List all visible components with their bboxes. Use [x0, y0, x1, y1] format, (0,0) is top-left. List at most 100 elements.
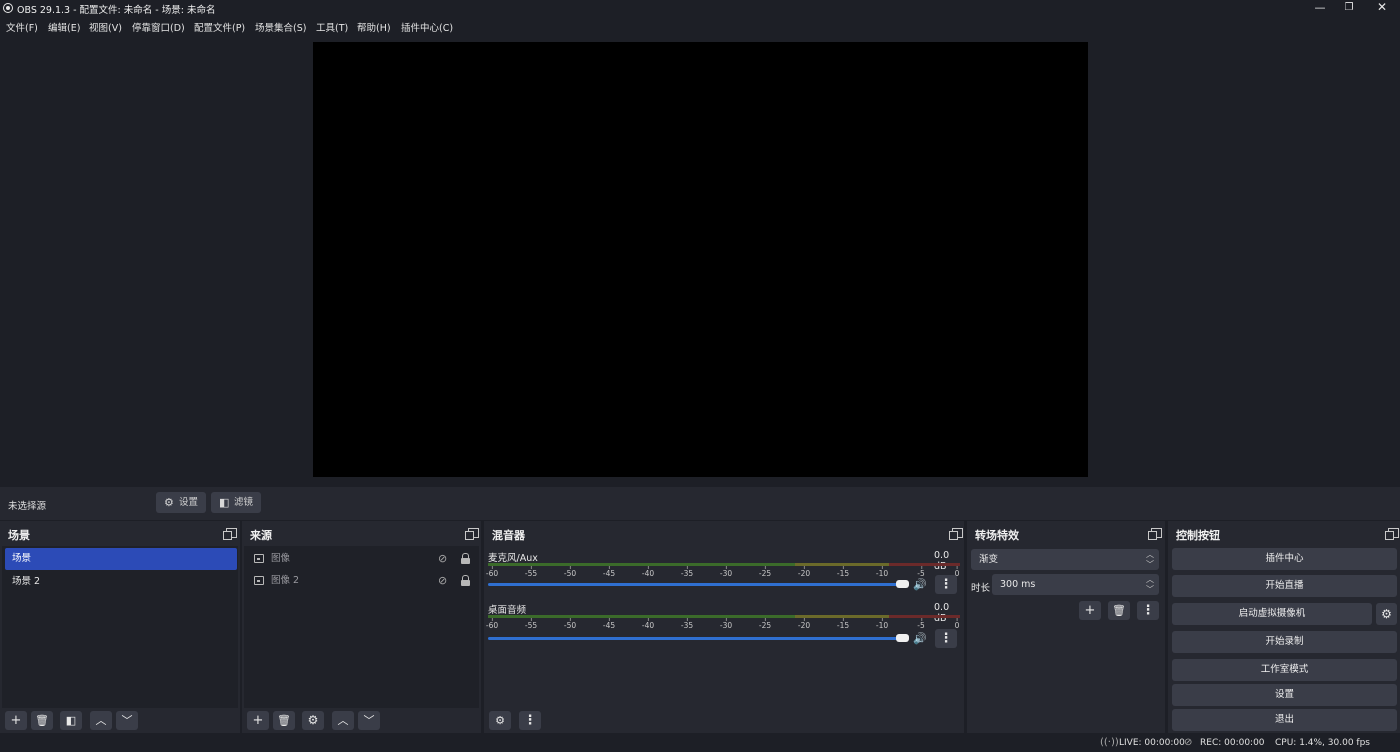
scene-filters-button[interactable]: ◧ — [60, 711, 82, 730]
remove-source-button[interactable]: 🗑 — [273, 711, 295, 730]
source-item-label: 图像 — [271, 553, 291, 564]
desktop-audio-volume-meter — [488, 615, 960, 618]
transition-select[interactable]: 渐变 ︿ ﹀ — [971, 549, 1159, 570]
menu-tools[interactable]: 工具(T) — [316, 20, 348, 34]
move-scene-down-button[interactable]: ﹀ — [116, 711, 138, 730]
source-settings-label: 设置 — [179, 497, 199, 508]
gear-icon: ⚙ — [164, 496, 174, 509]
transition-properties-button[interactable]: ⋮ — [1137, 601, 1159, 620]
gear-icon: ⚙ — [307, 713, 319, 727]
menu-help[interactable]: 帮助(H) — [357, 20, 391, 34]
plugin-center-button[interactable]: 插件中心 — [1172, 548, 1397, 570]
remove-transition-button[interactable]: 🗑 — [1108, 601, 1130, 620]
menu-profile[interactable]: 配置文件(P) — [194, 20, 245, 34]
source-properties-button[interactable]: ⚙ — [302, 711, 324, 730]
scene-item[interactable]: 场景 — [5, 548, 237, 570]
meter-tick-label: -15 — [836, 566, 850, 578]
mic-volume-slider-handle[interactable] — [896, 580, 909, 588]
meter-tick-label: -10 — [875, 566, 889, 578]
scenes-dock-title: 场景 — [8, 529, 30, 542]
meter-tick-label: -60 — [485, 566, 499, 578]
mixer-dock-title: 混音器 — [492, 529, 525, 542]
live-timer: LIVE: 00:00:00 — [1119, 738, 1185, 748]
close-button[interactable]: ✕ — [1364, 0, 1400, 16]
spinner-arrows-icon: ︿ ﹀ — [1146, 550, 1154, 569]
volume-icon[interactable]: 🔊 — [913, 632, 927, 645]
preview-canvas[interactable] — [313, 42, 1088, 477]
chevron-up-icon: ︿ — [337, 714, 349, 727]
desktop-audio-track-name: 桌面音频 — [488, 605, 527, 616]
scene-list: 场景 场景 2 — [2, 546, 238, 708]
start-streaming-button[interactable]: 开始直播 — [1172, 575, 1397, 597]
meter-tick-label: -45 — [602, 566, 616, 578]
restore-button[interactable]: ❐ — [1331, 0, 1367, 16]
filter-icon: ◧ — [219, 496, 230, 509]
add-source-button[interactable]: + — [247, 711, 269, 730]
menu-plugin-center[interactable]: 插件中心(C) — [401, 20, 453, 34]
move-scene-up-button[interactable]: ︿ — [90, 711, 112, 730]
source-filters-button[interactable]: ◧ 滤镜 — [211, 492, 261, 513]
remove-scene-button[interactable]: 🗑 — [31, 711, 53, 730]
start-virtual-camera-button[interactable]: 启动虚拟摄像机 — [1172, 603, 1372, 625]
menu-scene-collection[interactable]: 场景集合(S) — [255, 20, 306, 34]
meter-tick-label: -50 — [563, 618, 577, 630]
transitions-dock-title: 转场特效 — [975, 529, 1019, 542]
undock-icon[interactable] — [949, 528, 963, 540]
sources-dock: 来源 图像 ⊘ 图像 2 ⊘ + 🗑 ⚙ ︿ ﹀ — [242, 521, 481, 733]
meter-tick-label: -15 — [836, 618, 850, 630]
scene-item[interactable]: 场景 2 — [5, 571, 237, 593]
eye-off-icon[interactable]: ⊘ — [438, 570, 447, 592]
scenes-dock: 场景 场景 场景 2 + 🗑 ◧ ︿ ﹀ — [0, 521, 240, 733]
mic-track-menu-button[interactable]: ⋮ — [935, 575, 957, 594]
undock-icon[interactable] — [223, 528, 237, 540]
eye-off-icon[interactable]: ⊘ — [438, 548, 447, 570]
advanced-audio-properties-button[interactable]: ⚙ — [489, 711, 511, 730]
source-item[interactable]: 图像 ⊘ — [248, 548, 474, 570]
meter-tick-label: -25 — [758, 618, 772, 630]
undock-icon[interactable] — [1148, 528, 1162, 540]
add-transition-button[interactable]: + — [1079, 601, 1101, 620]
start-recording-button[interactable]: 开始录制 — [1172, 631, 1397, 653]
meter-tick-label: -20 — [797, 618, 811, 630]
window-title: OBS 29.1.3 - 配置文件: 未命名 - 场景: 未命名 — [17, 5, 216, 16]
desktop-audio-track-menu-button[interactable]: ⋮ — [935, 629, 957, 648]
move-source-down-button[interactable]: ﹀ — [358, 711, 380, 730]
source-settings-button[interactable]: ⚙ 设置 — [156, 492, 206, 513]
lock-icon[interactable] — [461, 553, 470, 564]
menu-docks[interactable]: 停靠窗口(D) — [132, 20, 185, 34]
volume-icon[interactable]: 🔊 — [913, 578, 927, 591]
exit-button[interactable]: 退出 — [1172, 709, 1397, 731]
filter-icon: ◧ — [65, 714, 77, 727]
chevron-up-icon: ︿ — [95, 714, 107, 727]
meter-tick-label: -45 — [602, 618, 616, 630]
meter-tick-label: -25 — [758, 566, 772, 578]
undock-icon[interactable] — [465, 528, 479, 540]
image-icon — [254, 554, 264, 563]
meter-tick-label: -40 — [641, 566, 655, 578]
menu-file[interactable]: 文件(F) — [6, 20, 38, 34]
settings-button[interactable]: 设置 — [1172, 684, 1397, 706]
add-scene-button[interactable]: + — [5, 711, 27, 730]
desktop-audio-meter-ticks: -60 -55 -50 -45 -40 -35 -30 -25 -20 -15 -10 -5 0 — [485, 618, 960, 632]
controls-dock-title: 控制按钮 — [1176, 529, 1220, 542]
audio-mixer-dock: 混音器 麦克风/Aux 0.0 dB -60 -55 -50 -45 -40 -35 -30… — [484, 521, 964, 733]
menu-edit[interactable]: 编辑(E) — [48, 20, 80, 34]
mic-volume-slider[interactable] — [488, 580, 909, 588]
move-source-up-button[interactable]: ︿ — [332, 711, 354, 730]
meter-tick-label: -35 — [680, 618, 694, 630]
source-item[interactable]: 图像 2 ⊘ — [248, 570, 474, 592]
menu-view[interactable]: 视图(V) — [89, 20, 122, 34]
duration-spinbox[interactable]: 300 ms ︿ ﹀ — [992, 574, 1159, 595]
mixer-menu-button[interactable]: ⋮ — [519, 711, 541, 730]
meter-tick-label: -60 — [485, 618, 499, 630]
meter-tick-label: -50 — [563, 566, 577, 578]
scene-transitions-dock: 转场特效 渐变 ︿ ﹀ 时长 300 ms ︿ ﹀ + 🗑 ⋮ — [967, 521, 1165, 733]
desktop-audio-volume-slider[interactable] — [488, 634, 909, 642]
trash-icon: 🗑 — [277, 714, 291, 727]
studio-mode-button[interactable]: 工作室模式 — [1172, 659, 1397, 681]
virtual-camera-settings-button[interactable]: ⚙ — [1376, 603, 1397, 625]
undock-icon[interactable] — [1385, 528, 1399, 540]
lock-icon[interactable] — [461, 575, 470, 586]
image-icon — [254, 576, 264, 585]
desktop-audio-volume-slider-handle[interactable] — [896, 634, 909, 642]
